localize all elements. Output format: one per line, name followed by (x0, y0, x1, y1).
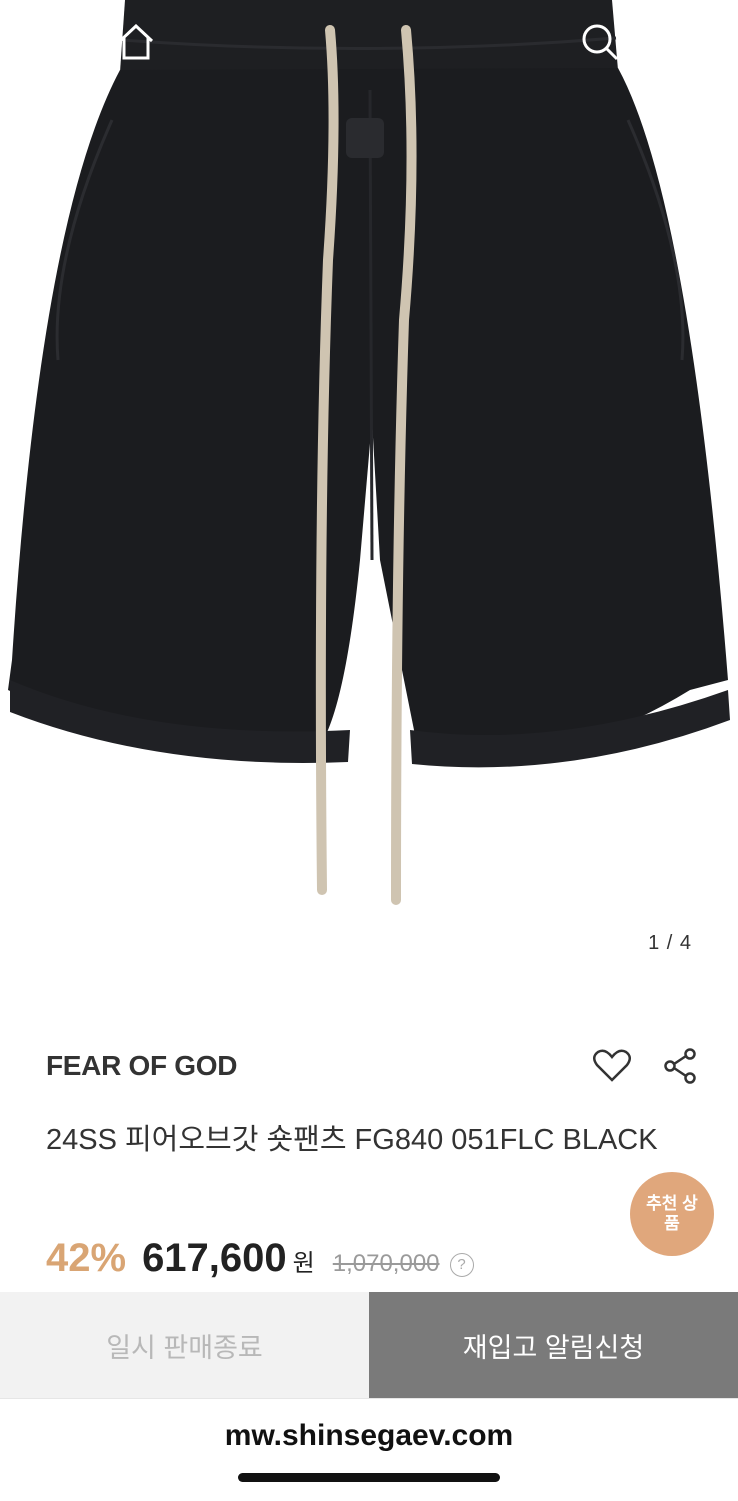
shopping-bag-icon[interactable] (650, 22, 690, 62)
brand-name[interactable]: FEAR OF GOD (46, 1050, 237, 1082)
recommended-products-badge[interactable]: 추천 상품 (630, 1172, 714, 1256)
price-help-icon[interactable]: ? (449, 1252, 474, 1277)
heart-icon[interactable] (592, 1046, 632, 1086)
image-counter: 1 / 4 (648, 932, 692, 954)
original-price: 1,070,000 (332, 1250, 440, 1277)
discount-rate: 42% (46, 1236, 127, 1280)
share-icon[interactable] (660, 1046, 700, 1086)
restock-alert-button[interactable]: 재입고 알림신청 (369, 1292, 738, 1398)
currency-unit: 원 (292, 1250, 315, 1277)
home-indicator (238, 1473, 500, 1482)
browser-url-bar[interactable]: mw.shinsegaev.com (0, 1398, 738, 1501)
sale-price: 617,600 (142, 1236, 287, 1280)
price-row: 42% 617,600 원 1,070,000 ? (46, 1236, 474, 1288)
url-text[interactable]: mw.shinsegaev.com (0, 1419, 738, 1453)
home-icon[interactable] (116, 22, 156, 62)
back-chevron-icon[interactable] (36, 22, 76, 62)
search-icon[interactable] (580, 22, 620, 62)
sold-out-button: 일시 판매종료 (0, 1292, 369, 1398)
product-title: 24SS 피어오브갓 숏팬츠 FG840 051FLC BLACK (46, 1124, 658, 1156)
product-image-gallery[interactable]: 1 / 4 (0, 0, 738, 1000)
product-image (8, 0, 730, 905)
